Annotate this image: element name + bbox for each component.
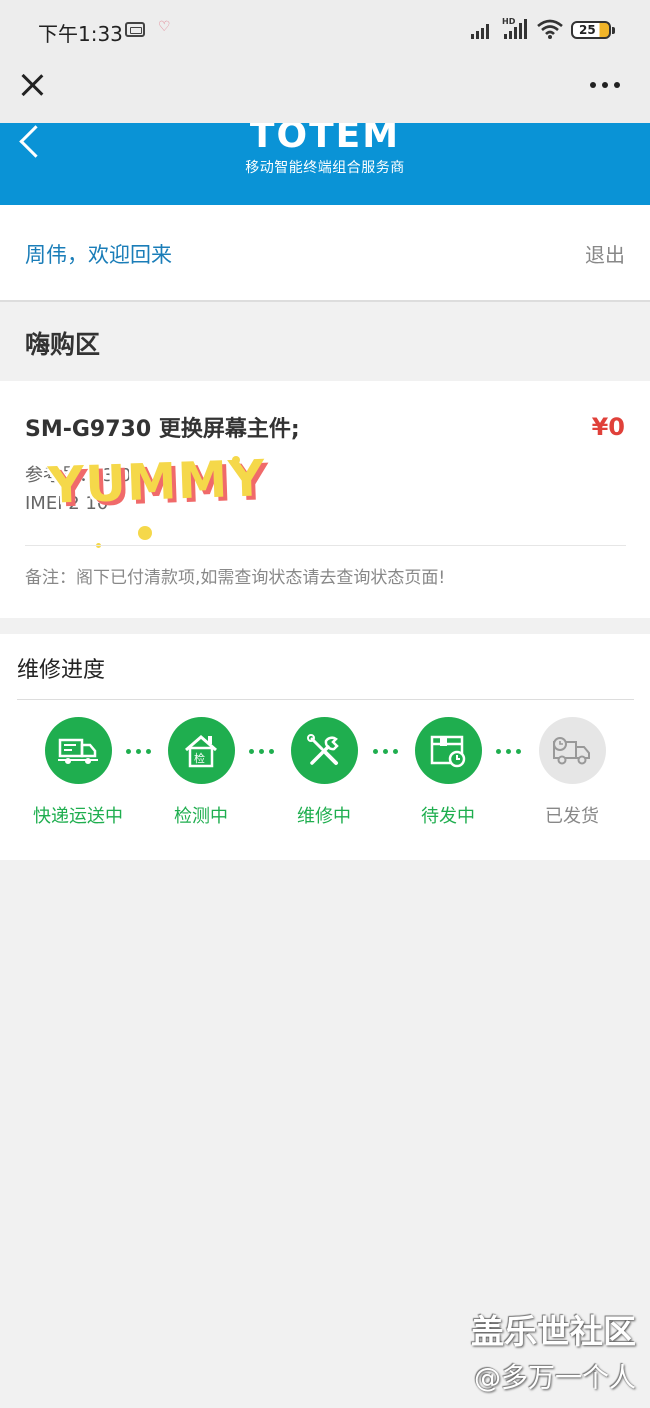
inspection-house-icon: 检 [167,717,235,784]
sticker-dot [232,456,240,464]
author-watermark: @多万一个人 [474,1363,636,1394]
progress-connector [249,749,277,755]
brand-logo: TOTEM [249,123,401,156]
browser-nav-bar [0,60,650,123]
divider [17,699,634,700]
order-note: 备注：阁下已付清款项,如需查询状态请去查询状态页面! [25,568,446,588]
step-repairing: 维修中 [274,717,374,828]
step-express-delivery: 快递运送中 [28,717,128,828]
divider [25,545,626,546]
more-options-button[interactable] [588,80,622,90]
order-price: ¥0 [591,413,625,441]
welcome-greeting: 周伟，欢迎回来 [25,243,172,267]
close-button[interactable] [18,70,48,100]
welcome-bar: 周伟，欢迎回来 退出 [0,205,650,302]
repair-tools-icon [290,717,358,784]
step-label: 待发中 [421,806,475,827]
step-label: 快递运送中 [33,806,123,827]
hd-signal-strength-icon: HD [502,17,527,39]
section-title: 嗨购区 [25,330,101,359]
brand-header: TOTEM 移动智能终端组合服务商 [0,123,650,205]
shipped-truck-icon [538,717,606,784]
progress-title: 维修进度 [17,658,106,683]
logout-button[interactable]: 退出 [585,239,625,268]
pending-box-clock-icon [414,717,482,784]
sticker-dot [138,526,152,540]
delivery-truck-icon [44,717,112,784]
wifi-icon [537,19,563,39]
step-label: 检测中 [174,806,228,827]
step-inspection: 检 检测中 [151,717,251,828]
repair-progress-card: 维修进度 快递运送中 检 检测中 维修中 待发中 已发货 [0,634,650,860]
product-name: SM-G9730 更换屏幕主件; [25,417,300,442]
status-time: 下午1:33 [38,22,123,46]
heart-icon: ♡ [158,19,171,35]
step-label: 维修中 [297,806,351,827]
status-bar: 下午1:33 ♡ HD 25 [0,0,650,60]
brand-subtitle: 移动智能终端组合服务商 [245,160,405,176]
progress-connector [126,749,154,755]
progress-connector [373,749,401,755]
sim-card-icon [125,22,145,37]
svg-text:HD: HD [502,17,516,26]
progress-connector [496,749,524,755]
community-watermark: 盖乐世社区 [471,1312,636,1351]
order-card[interactable]: SM-G9730 更换屏幕主件; ¥0 参考号： 3 0 IMEI 2 10 Y… [0,381,650,618]
step-pending-shipment: 待发中 [398,717,498,828]
signal-strength-icon [471,24,489,39]
svg-text:检: 检 [194,751,205,765]
step-shipped: 已发货 [522,717,622,828]
step-label: 已发货 [545,806,599,827]
battery-indicator: 25 [571,21,615,39]
